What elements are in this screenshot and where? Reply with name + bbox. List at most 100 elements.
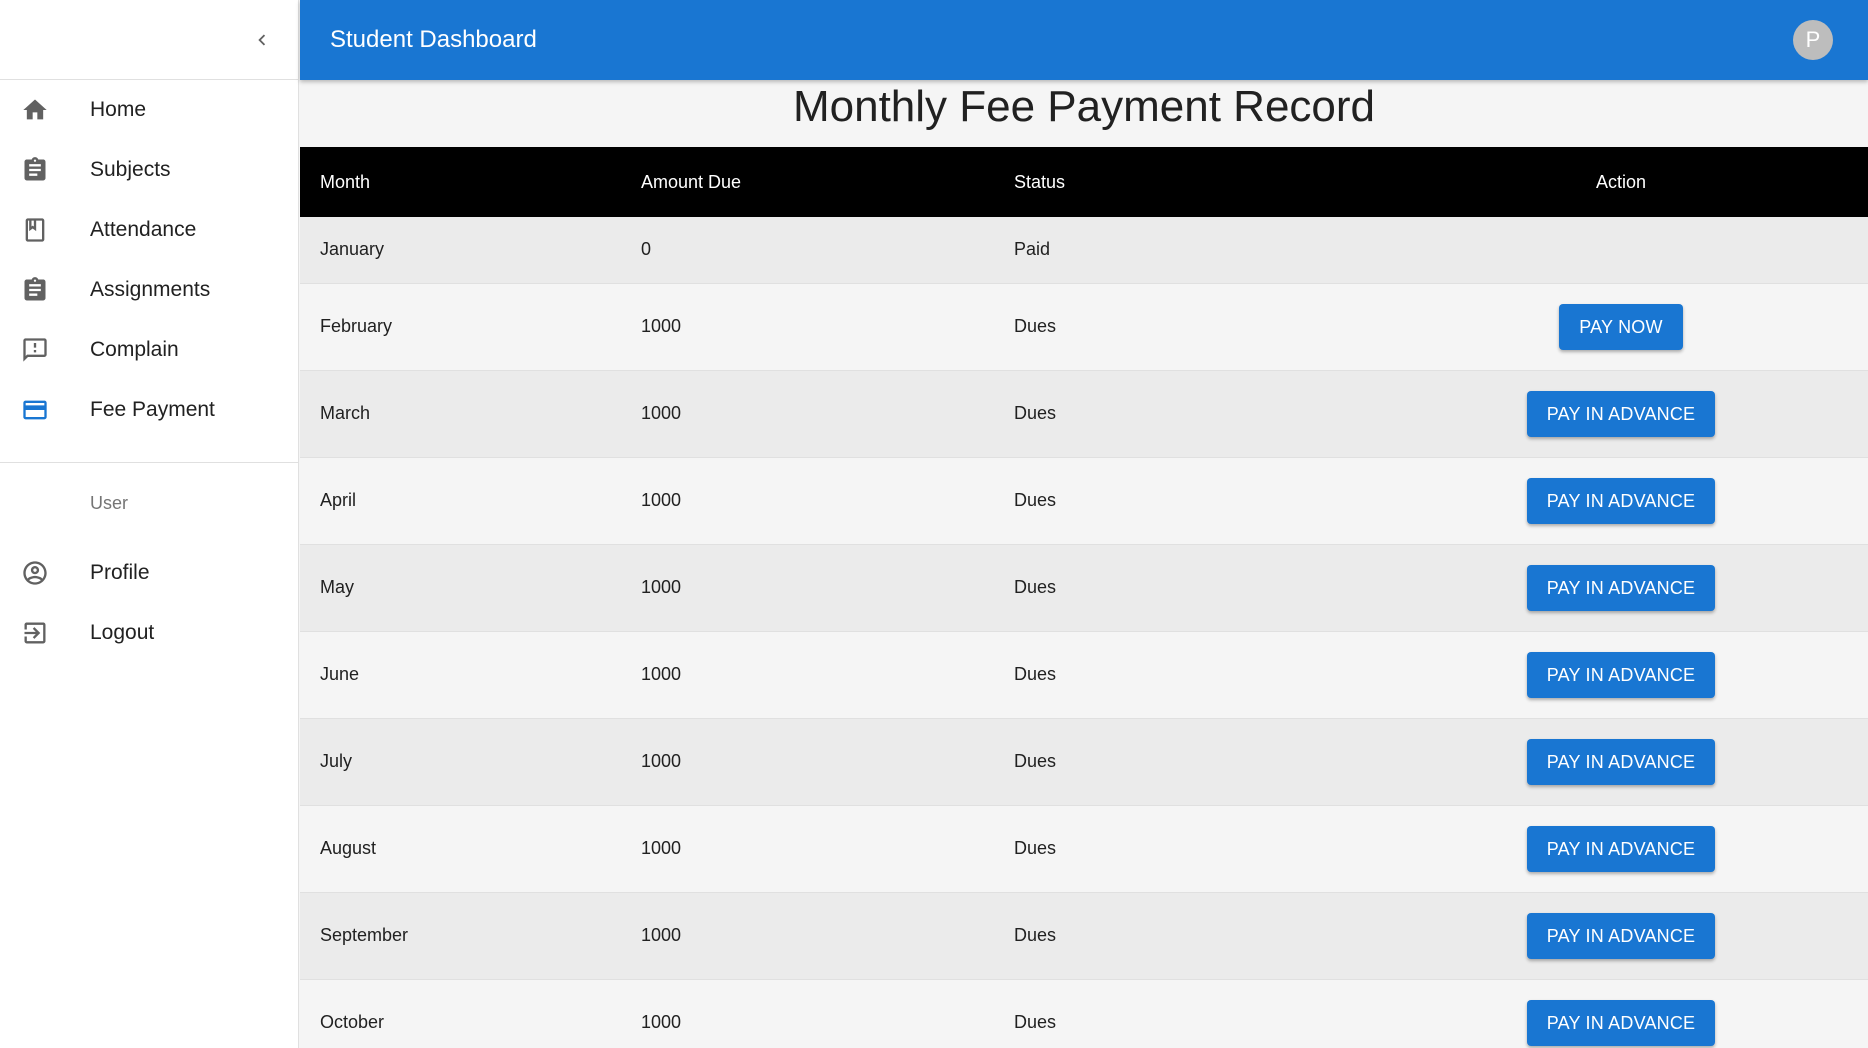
pay-in-advance-button[interactable]: PAY IN ADVANCE	[1526, 651, 1716, 698]
amount-cell: 1000	[641, 631, 1014, 719]
sidebar-item-label: Profile	[90, 561, 150, 584]
pay-in-advance-button[interactable]: PAY IN ADVANCE	[1526, 390, 1716, 437]
month-cell: August	[300, 805, 641, 893]
amount-cell: 1000	[641, 370, 1014, 458]
account-circle-icon	[0, 559, 90, 587]
month-cell: February	[300, 283, 641, 371]
amount-cell: 1000	[641, 718, 1014, 806]
action-cell	[1374, 217, 1868, 284]
sidebar-header	[0, 0, 298, 80]
status-cell: Paid	[1014, 217, 1374, 284]
clipboard-icon	[0, 276, 90, 304]
feedback-icon	[0, 336, 90, 364]
action-cell: PAY IN ADVANCE	[1374, 892, 1868, 980]
app-title: Student Dashboard	[330, 26, 537, 53]
app-bar: Student Dashboard P	[300, 0, 1868, 80]
status-cell: Dues	[1014, 718, 1374, 806]
user-nav: Profile Logout	[0, 543, 298, 663]
action-cell: PAY IN ADVANCE	[1374, 805, 1868, 893]
sidebar-item-label: Complain	[90, 338, 179, 361]
sidebar-item-complain[interactable]: Complain	[0, 320, 298, 380]
table-row: March 1000 Dues PAY IN ADVANCE	[300, 370, 1868, 458]
collapse-sidebar-button[interactable]	[244, 22, 280, 58]
sidebar-item-logout[interactable]: Logout	[0, 603, 298, 663]
amount-cell: 1000	[641, 283, 1014, 371]
sidebar-item-assignments[interactable]: Assignments	[0, 260, 298, 320]
table-row: July 1000 Dues PAY IN ADVANCE	[300, 718, 1868, 806]
amount-cell: 0	[641, 217, 1014, 284]
column-header-amount-due: Amount Due	[641, 171, 742, 192]
column-header-status: Status	[1014, 171, 1066, 192]
status-cell: Dues	[1014, 370, 1374, 458]
status-cell: Dues	[1014, 979, 1374, 1048]
avatar[interactable]: P	[1793, 20, 1833, 60]
amount-cell: 1000	[641, 457, 1014, 545]
sidebar-item-fee-payment[interactable]: Fee Payment	[0, 380, 298, 440]
action-cell: PAY IN ADVANCE	[1374, 457, 1868, 545]
status-cell: Dues	[1014, 457, 1374, 545]
pay-now-button[interactable]: PAY NOW	[1559, 303, 1683, 350]
month-cell: January	[300, 217, 641, 284]
credit-card-icon	[0, 396, 90, 424]
month-cell: May	[300, 544, 641, 632]
status-cell: Dues	[1014, 283, 1374, 371]
logout-icon	[0, 619, 90, 647]
month-cell: October	[300, 979, 641, 1048]
pay-in-advance-button[interactable]: PAY IN ADVANCE	[1526, 825, 1716, 872]
pay-in-advance-button[interactable]: PAY IN ADVANCE	[1526, 738, 1716, 785]
status-cell: Dues	[1014, 544, 1374, 632]
month-cell: March	[300, 370, 641, 458]
home-icon	[0, 96, 90, 124]
amount-cell: 1000	[641, 979, 1014, 1048]
sidebar-item-label: Assignments	[90, 278, 211, 301]
table-row: April 1000 Dues PAY IN ADVANCE	[300, 457, 1868, 545]
table-row: October 1000 Dues PAY IN ADVANCE	[300, 979, 1868, 1048]
table-row: May 1000 Dues PAY IN ADVANCE	[300, 544, 1868, 632]
sidebar-item-profile[interactable]: Profile	[0, 543, 298, 603]
sidebar: Home Subjects Attendance Assignments Com…	[0, 0, 299, 1048]
status-cell: Dues	[1014, 892, 1374, 980]
action-cell: PAY NOW	[1374, 283, 1868, 371]
pay-in-advance-button[interactable]: PAY IN ADVANCE	[1526, 999, 1716, 1046]
sidebar-item-label: Home	[90, 98, 147, 121]
page-title: Monthly Fee Payment Record	[792, 82, 1376, 131]
clipboard-icon	[0, 156, 90, 184]
month-cell: September	[300, 892, 641, 980]
action-cell: PAY IN ADVANCE	[1374, 631, 1868, 719]
column-header-month: Month	[320, 171, 371, 192]
chevron-left-icon	[258, 34, 266, 46]
main-content: Monthly Fee Payment Record Month Amount …	[300, 80, 1868, 1048]
month-cell: April	[300, 457, 641, 545]
table-row: September 1000 Dues PAY IN ADVANCE	[300, 892, 1868, 980]
status-cell: Dues	[1014, 631, 1374, 719]
month-cell: June	[300, 631, 641, 719]
sidebar-item-label: Subjects	[90, 158, 171, 181]
action-cell: PAY IN ADVANCE	[1374, 370, 1868, 458]
fee-table: Month Amount Due Status Action January 0 P…	[300, 147, 1868, 1048]
pay-in-advance-button[interactable]: PAY IN ADVANCE	[1526, 477, 1716, 524]
sidebar-item-attendance[interactable]: Attendance	[0, 200, 298, 260]
month-cell: July	[300, 718, 641, 806]
sidebar-item-label: Fee Payment	[90, 398, 215, 421]
table-row: June 1000 Dues PAY IN ADVANCE	[300, 631, 1868, 719]
amount-cell: 1000	[641, 805, 1014, 893]
action-cell: PAY IN ADVANCE	[1374, 544, 1868, 632]
pay-in-advance-button[interactable]: PAY IN ADVANCE	[1526, 564, 1716, 611]
sidebar-section-label: User	[90, 492, 129, 513]
amount-cell: 1000	[641, 544, 1014, 632]
sidebar-item-subjects[interactable]: Subjects	[0, 140, 298, 200]
amount-cell: 1000	[641, 892, 1014, 980]
action-cell: PAY IN ADVANCE	[1374, 979, 1868, 1048]
main-nav: Home Subjects Attendance Assignments Com…	[0, 80, 298, 462]
bookmark-book-icon	[0, 216, 90, 244]
table-header-row: Month Amount Due Status Action	[300, 147, 1868, 217]
sidebar-item-home[interactable]: Home	[0, 80, 298, 140]
column-header-action: Action	[1595, 171, 1647, 192]
table-row: August 1000 Dues PAY IN ADVANCE	[300, 805, 1868, 893]
table-row: February 1000 Dues PAY NOW	[300, 283, 1868, 371]
status-cell: Dues	[1014, 805, 1374, 893]
sidebar-item-label: Logout	[90, 621, 155, 644]
table-row: January 0 Paid	[300, 217, 1868, 284]
pay-in-advance-button[interactable]: PAY IN ADVANCE	[1526, 912, 1716, 959]
action-cell: PAY IN ADVANCE	[1374, 718, 1868, 806]
